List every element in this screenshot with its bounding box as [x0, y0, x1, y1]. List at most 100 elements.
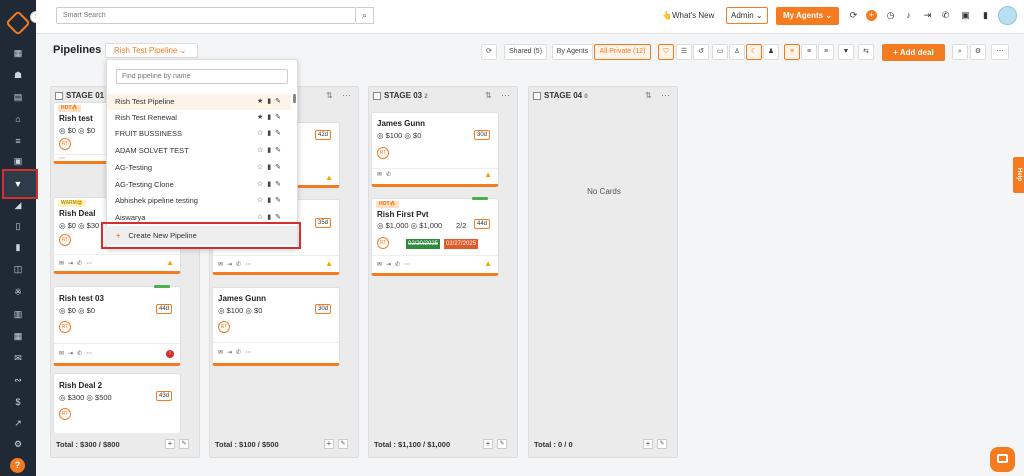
star-icon[interactable]: ☆: [257, 197, 267, 204]
refresh-button[interactable]: ⟳: [481, 44, 497, 60]
owner-avatar[interactable]: RT: [218, 321, 230, 333]
card-actions[interactable]: ✉✆: [377, 171, 395, 178]
card-actions[interactable]: ✉⇥✆⋯: [59, 260, 96, 267]
moon-icon[interactable]: ☾: [746, 44, 762, 60]
dashboard-icon[interactable]: ▦: [12, 48, 24, 58]
network-icon[interactable]: ※: [12, 287, 24, 297]
add-card-icon[interactable]: +: [483, 439, 493, 449]
shared-filter-button[interactable]: Shared (5): [504, 44, 547, 60]
card-actions[interactable]: ✉⇥✆⋯: [218, 349, 255, 356]
sort-icon[interactable]: ⇅: [326, 91, 333, 100]
align-right-icon[interactable]: ≡: [818, 44, 834, 60]
owner-avatar[interactable]: RT: [59, 321, 71, 333]
deal-name[interactable]: James Gunn: [377, 119, 425, 128]
by-agents-button[interactable]: By Agents: [552, 44, 593, 60]
sort-icon[interactable]: ⇅: [485, 91, 492, 100]
more-actions-icon[interactable]: ⋯: [59, 155, 69, 162]
bar-chart-icon[interactable]: ▮: [12, 242, 24, 252]
deal-card[interactable]: Rish Deal 2 ◎ $300 ◎ $500 43d RT: [53, 373, 181, 433]
mobile-icon[interactable]: ▮: [980, 10, 991, 21]
deal-name[interactable]: Rish Deal 2: [59, 381, 102, 390]
search-deals-icon[interactable]: ⌕: [952, 44, 968, 60]
list-view-icon[interactable]: ☰: [676, 44, 692, 60]
deal-name[interactable]: Rish Deal: [59, 209, 95, 218]
card-actions[interactable]: ✉⇥✆⋯: [218, 261, 255, 268]
more-options-icon[interactable]: ⋯: [991, 44, 1009, 60]
chat-icon[interactable]: [990, 447, 1015, 472]
handshake-icon[interactable]: ∾: [12, 375, 24, 385]
megaphone-icon[interactable]: ◢: [12, 200, 24, 210]
star-icon[interactable]: ☆: [257, 164, 267, 171]
owner-avatar[interactable]: RT: [377, 237, 389, 249]
create-new-pipeline-button[interactable]: + Create New Pipeline: [105, 226, 297, 245]
user-avatar[interactable]: [998, 6, 1017, 25]
funnel-filter-icon[interactable]: ▼: [838, 44, 854, 60]
dollar-icon[interactable]: $: [12, 397, 24, 407]
folder-icon[interactable]: ◫: [12, 264, 24, 274]
trend-icon[interactable]: ↗: [12, 418, 24, 428]
pipeline-option[interactable]: Rish Test Renewal ★▮✎: [107, 110, 291, 126]
list-icon[interactable]: ≡: [12, 136, 24, 146]
calculator-icon[interactable]: ▥: [12, 309, 24, 319]
phone-icon[interactable]: ✆: [940, 10, 951, 21]
thumbs-up-icon[interactable]: ♙: [729, 44, 745, 60]
stage-more-icon[interactable]: ⋯: [342, 90, 351, 101]
pipeline-option[interactable]: AG-Testing Clone ☆▮✎: [107, 177, 291, 193]
logo-icon[interactable]: [5, 10, 31, 36]
documents-icon[interactable]: ▤: [12, 92, 24, 102]
add-card-icon[interactable]: +: [165, 439, 175, 449]
dropdown-scrollbar[interactable]: [293, 94, 296, 103]
whats-new-link[interactable]: 👆What's New: [662, 11, 714, 20]
add-card-icon[interactable]: +: [324, 439, 334, 449]
calendar-icon[interactable]: ▦: [12, 331, 24, 341]
admin-select[interactable]: Admin ⌄: [726, 7, 768, 24]
settings-icon[interactable]: ⚙: [12, 439, 24, 449]
stage-checkbox[interactable]: [55, 91, 63, 100]
sync-icon[interactable]: ⇆: [858, 44, 874, 60]
align-center-icon[interactable]: ≡: [801, 44, 817, 60]
card-actions[interactable]: ✉⇥✆⋯: [377, 261, 414, 268]
sort-icon[interactable]: ⇅: [645, 91, 652, 100]
all-private-button[interactable]: All Private (12): [594, 44, 651, 60]
smart-search-input[interactable]: [56, 7, 356, 24]
add-deal-button[interactable]: + Add deal: [882, 44, 945, 61]
star-icon[interactable]: ★: [257, 114, 267, 121]
stage-checkbox[interactable]: [533, 91, 541, 100]
bank-icon[interactable]: ⌂: [12, 114, 24, 124]
help-tab[interactable]: Help: [1013, 157, 1024, 193]
pipeline-option[interactable]: Abhishek pipeline testing ☆▮✎: [107, 193, 291, 209]
my-agents-button[interactable]: My Agents ⌄: [776, 7, 839, 25]
card-actions[interactable]: ✉⇥✆⋯: [59, 350, 96, 357]
history-icon[interactable]: ↺: [693, 44, 709, 60]
star-icon[interactable]: ☆: [257, 130, 267, 137]
refresh-icon[interactable]: ⟳: [848, 10, 859, 21]
pipeline-option[interactable]: AG-Testing ☆▮✎: [107, 160, 291, 176]
filter-icon[interactable]: ⛉: [658, 44, 674, 60]
add-card-icon[interactable]: +: [643, 439, 653, 449]
star-icon[interactable]: ☆: [257, 181, 267, 188]
deal-name[interactable]: James Gunn: [218, 294, 266, 303]
pipeline-option[interactable]: Rish Test Pipeline ★▮✎: [107, 94, 291, 110]
deal-card[interactable]: James Gunn ◎ $100 ◎ $0 30d RT ✉✆ ▲: [371, 112, 499, 187]
star-icon[interactable]: ☆: [257, 214, 267, 221]
bell-icon[interactable]: ♪: [903, 10, 914, 21]
deal-card[interactable]: James Gunn ◎ $100 ◎ $0 30d RT ✉⇥✆⋯: [212, 287, 340, 366]
contacts-icon[interactable]: ☗: [12, 70, 24, 80]
owner-avatar[interactable]: RT: [59, 408, 71, 420]
stage-more-icon[interactable]: ⋯: [661, 90, 670, 101]
pipeline-select[interactable]: Rish Test Pipeline ⌄: [105, 43, 198, 58]
search-icon[interactable]: ⌕: [356, 7, 374, 24]
login-icon[interactable]: ⇥: [922, 10, 933, 21]
find-pipeline-input[interactable]: [116, 69, 288, 84]
align-left-icon[interactable]: ≡: [784, 44, 800, 60]
thumbs-down-icon[interactable]: ♟: [763, 44, 779, 60]
pipeline-option[interactable]: FRUIT BUSSINESS ☆▮✎: [107, 126, 291, 142]
stage-more-icon[interactable]: ⋯: [501, 90, 510, 101]
deal-name[interactable]: Rish First Pvt: [377, 210, 429, 219]
edit-stage-icon[interactable]: ✎: [657, 439, 667, 449]
edit-stage-icon[interactable]: ✎: [179, 439, 189, 449]
gear-icon[interactable]: ⚙: [970, 44, 986, 60]
edit-stage-icon[interactable]: ✎: [338, 439, 348, 449]
funnel-icon[interactable]: ▼: [12, 179, 24, 189]
chip-icon[interactable]: ▣: [960, 10, 971, 21]
